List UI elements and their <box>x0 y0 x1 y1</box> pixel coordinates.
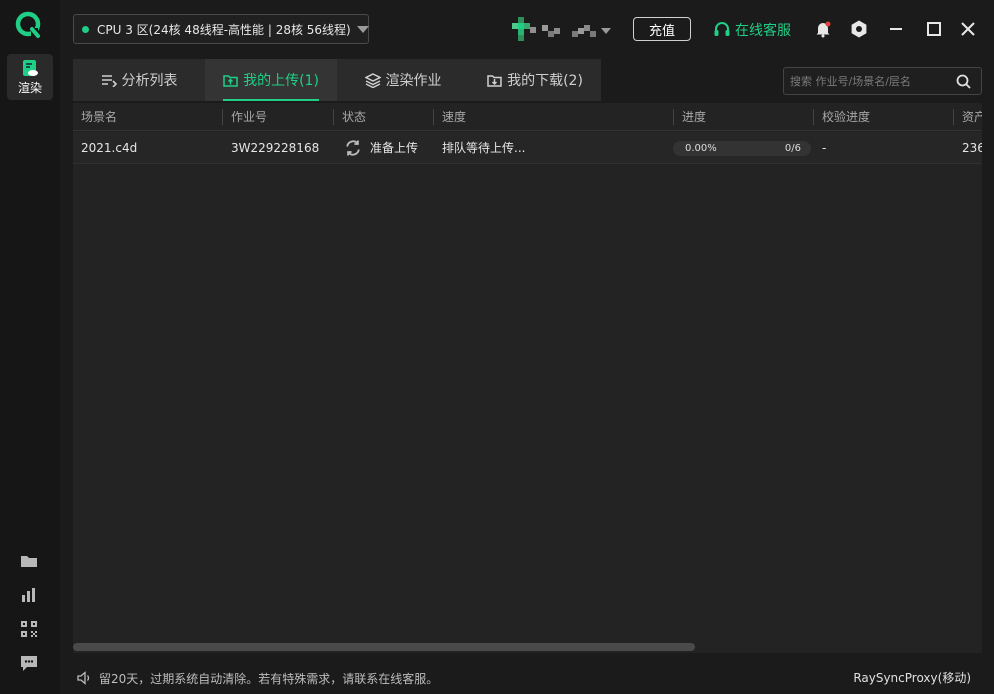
progress-count: 0/6 <box>784 143 801 154</box>
tab-my-downloads[interactable]: 我的下载(2) <box>469 59 601 101</box>
tab-my-uploads[interactable]: 我的上传(1) <box>205 59 337 101</box>
folder-icon[interactable] <box>19 551 39 571</box>
column-header-progress[interactable]: 进度 <box>674 103 814 131</box>
cell-verify-progress: - <box>822 141 827 155</box>
table-row[interactable]: 2021.c4d 3W229228168 准备上传 排队等待上传... 0.00… <box>73 132 982 164</box>
user-menu-trigger[interactable] <box>542 25 612 37</box>
speaker-icon <box>77 671 90 685</box>
column-header-verify[interactable]: 校验进度 <box>814 103 954 131</box>
nav-render-label: 渲染 <box>17 80 42 95</box>
recharge-button[interactable]: 充值 <box>633 17 691 41</box>
upload-progress-bar: 0.00% 0/6 <box>673 141 811 156</box>
upload-table: 场景名 作业号 状态 速度 进度 校验进度 资产 2021.c4d 3W2292… <box>73 103 982 653</box>
column-header-scene[interactable]: 场景名 <box>73 103 223 131</box>
search-box <box>783 67 982 95</box>
chart-icon[interactable] <box>19 585 39 605</box>
column-header-job-id[interactable]: 作业号 <box>223 103 334 131</box>
bell-icon[interactable] <box>812 18 834 40</box>
qrcode-icon[interactable] <box>19 619 39 639</box>
download-icon <box>487 75 502 87</box>
avatar[interactable] <box>510 17 536 41</box>
column-header-status[interactable]: 状态 <box>334 103 434 131</box>
cpu-zone-text: CPU 3 区(24核 48线程-高性能 | 28核 56线程) <box>97 22 351 37</box>
column-header-assets[interactable]: 资产 <box>954 103 982 131</box>
cell-assets: 236 <box>962 141 982 155</box>
column-header-speed[interactable]: 速度 <box>434 103 674 131</box>
left-rail: 渲染 <box>0 0 60 694</box>
tab-render-jobs[interactable]: 渲染作业 <box>337 59 469 101</box>
maximize-icon[interactable] <box>923 18 945 40</box>
chat-icon[interactable] <box>19 653 39 673</box>
search-input[interactable] <box>784 74 952 88</box>
notice-bar: 留20天，过期系统自动清除。若有特殊需求，请联系在线客服。 <box>77 670 438 686</box>
cpu-zone-select[interactable]: CPU 3 区(24核 48线程-高性能 | 28核 56线程) <box>73 14 369 44</box>
tab-analysis-list[interactable]: 分析列表 <box>73 59 205 101</box>
status-text: 准备上传 <box>370 141 419 155</box>
app-logo-icon <box>14 10 44 40</box>
tab-analysis-list-label: 分析列表 <box>121 73 178 89</box>
chevron-down-icon <box>356 25 369 33</box>
tab-my-downloads-label: 我的下载(2) <box>507 73 583 89</box>
online-support-label: 在线客服 <box>735 23 791 39</box>
close-icon[interactable] <box>957 18 979 40</box>
scrollbar-thumb[interactable] <box>73 643 695 651</box>
zone-status-dot <box>82 25 89 33</box>
cell-speed: 排队等待上传... <box>442 141 526 155</box>
render-icon <box>23 59 38 76</box>
horizontal-scrollbar[interactable] <box>73 643 982 651</box>
cell-status: 准备上传 <box>334 132 434 164</box>
search-icon[interactable] <box>952 70 974 92</box>
cell-scene: 2021.c4d <box>81 141 138 155</box>
settings-icon[interactable] <box>848 18 870 40</box>
tab-bar: 分析列表 我的上传(1) 渲染作业 我的下载(2) <box>73 59 601 101</box>
minimize-icon[interactable] <box>885 18 907 40</box>
progress-percent: 0.00% <box>685 143 717 154</box>
layers-icon <box>364 72 381 88</box>
tab-my-uploads-label: 我的上传(1) <box>243 73 319 89</box>
headset-icon <box>714 22 730 36</box>
sync-icon <box>346 140 360 156</box>
nav-render[interactable]: 渲染 <box>7 54 53 100</box>
tab-render-jobs-label: 渲染作业 <box>385 73 442 89</box>
table-header: 场景名 作业号 状态 速度 进度 校验进度 资产 <box>73 103 982 131</box>
online-support-button[interactable]: 在线客服 <box>713 19 791 41</box>
cell-job-id: 3W229228168 <box>231 141 320 155</box>
proxy-status[interactable]: RaySyncProxy(移动) <box>853 669 971 686</box>
list-icon <box>101 75 117 87</box>
upload-icon <box>223 75 238 87</box>
notice-text: 留20天，过期系统自动清除。若有特殊需求，请联系在线客服。 <box>99 671 439 686</box>
